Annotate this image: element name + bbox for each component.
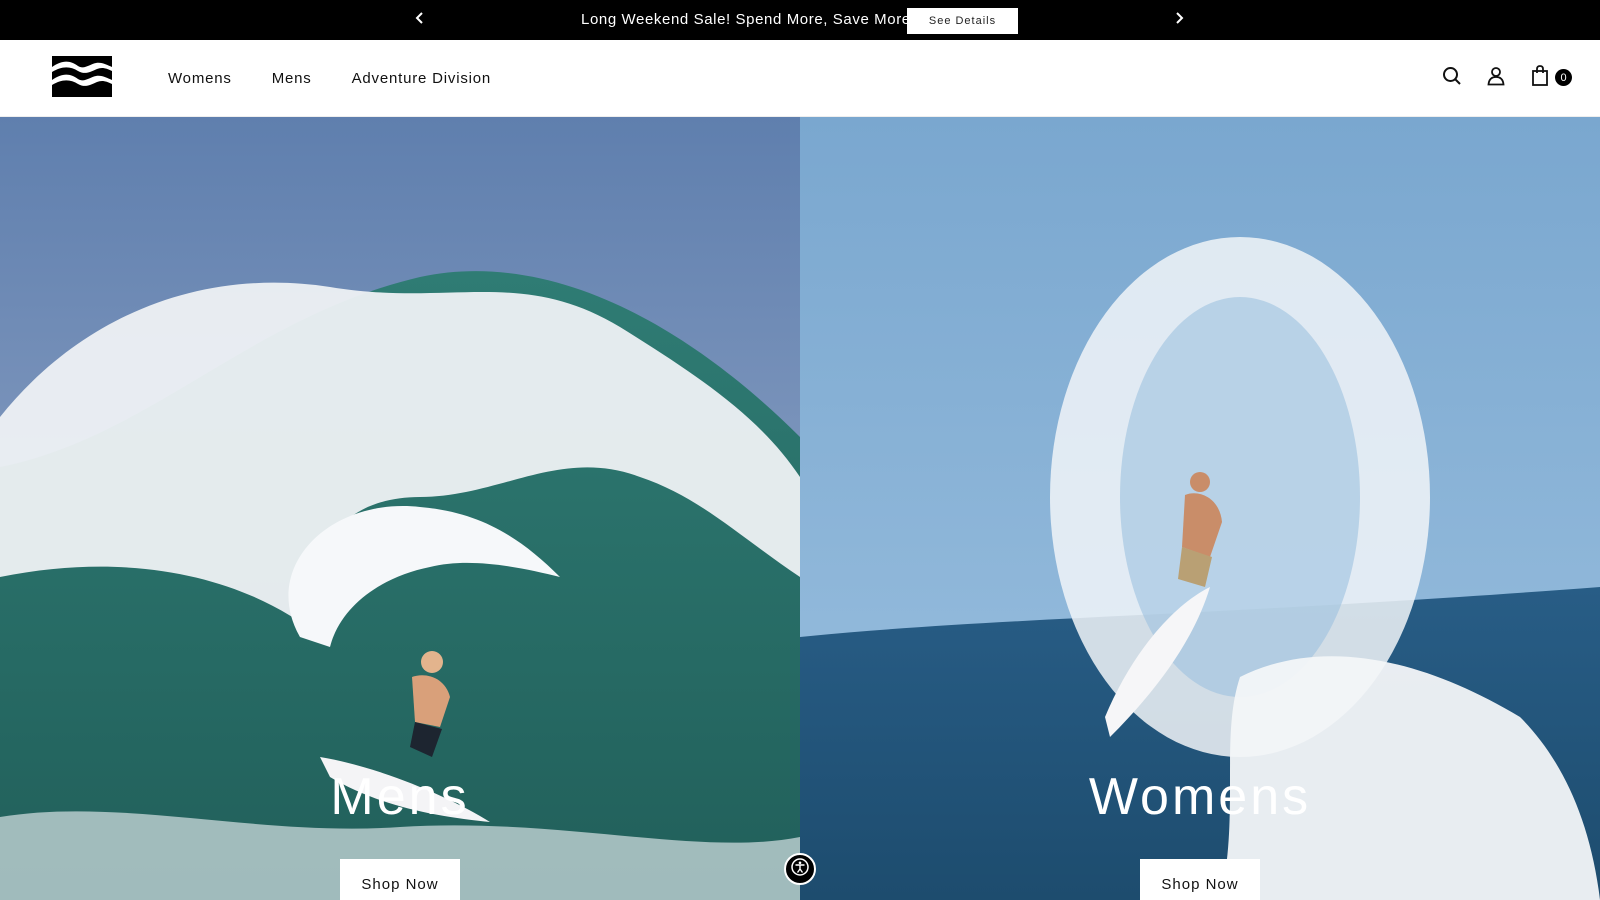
logo[interactable] xyxy=(52,56,112,97)
account-button[interactable] xyxy=(1482,64,1510,92)
accessibility-button[interactable] xyxy=(784,853,816,885)
hero-mens[interactable]: Mens Shop Now xyxy=(0,117,800,900)
accessibility-icon xyxy=(791,857,809,881)
site-header: Womens Mens Adventure Division 0 xyxy=(0,40,1600,117)
nav-mens[interactable]: Mens xyxy=(272,70,312,87)
cart-icon xyxy=(1531,64,1549,92)
shop-mens-button[interactable]: Shop Now xyxy=(340,859,460,900)
nav-adventure-division[interactable]: Adventure Division xyxy=(352,70,491,87)
chevron-right-icon xyxy=(1174,11,1184,30)
search-icon xyxy=(1442,66,1462,91)
announcement-next-button[interactable] xyxy=(1164,0,1194,40)
billabong-wave-logo xyxy=(52,56,112,97)
announcement-bar: Long Weekend Sale! Spend More, Save More… xyxy=(0,0,1600,40)
nav-womens[interactable]: Womens xyxy=(168,70,232,87)
search-button[interactable] xyxy=(1438,64,1466,92)
chevron-left-icon xyxy=(415,11,425,30)
announcement-message[interactable]: Long Weekend Sale! Spend More, Save More xyxy=(581,0,911,40)
see-details-button[interactable]: See Details xyxy=(907,8,1018,34)
cart-button[interactable] xyxy=(1526,64,1554,92)
main-nav: Womens Mens Adventure Division xyxy=(168,40,531,117)
hero-womens-title: Womens xyxy=(1088,768,1312,826)
shop-womens-button[interactable]: Shop Now xyxy=(1140,859,1260,900)
hero-mens-title: Mens xyxy=(330,768,470,826)
account-icon xyxy=(1487,66,1505,91)
announcement-prev-button[interactable] xyxy=(405,0,435,40)
hero-womens[interactable]: Womens Shop Now xyxy=(800,117,1600,900)
cart-count-badge: 0 xyxy=(1555,69,1572,86)
